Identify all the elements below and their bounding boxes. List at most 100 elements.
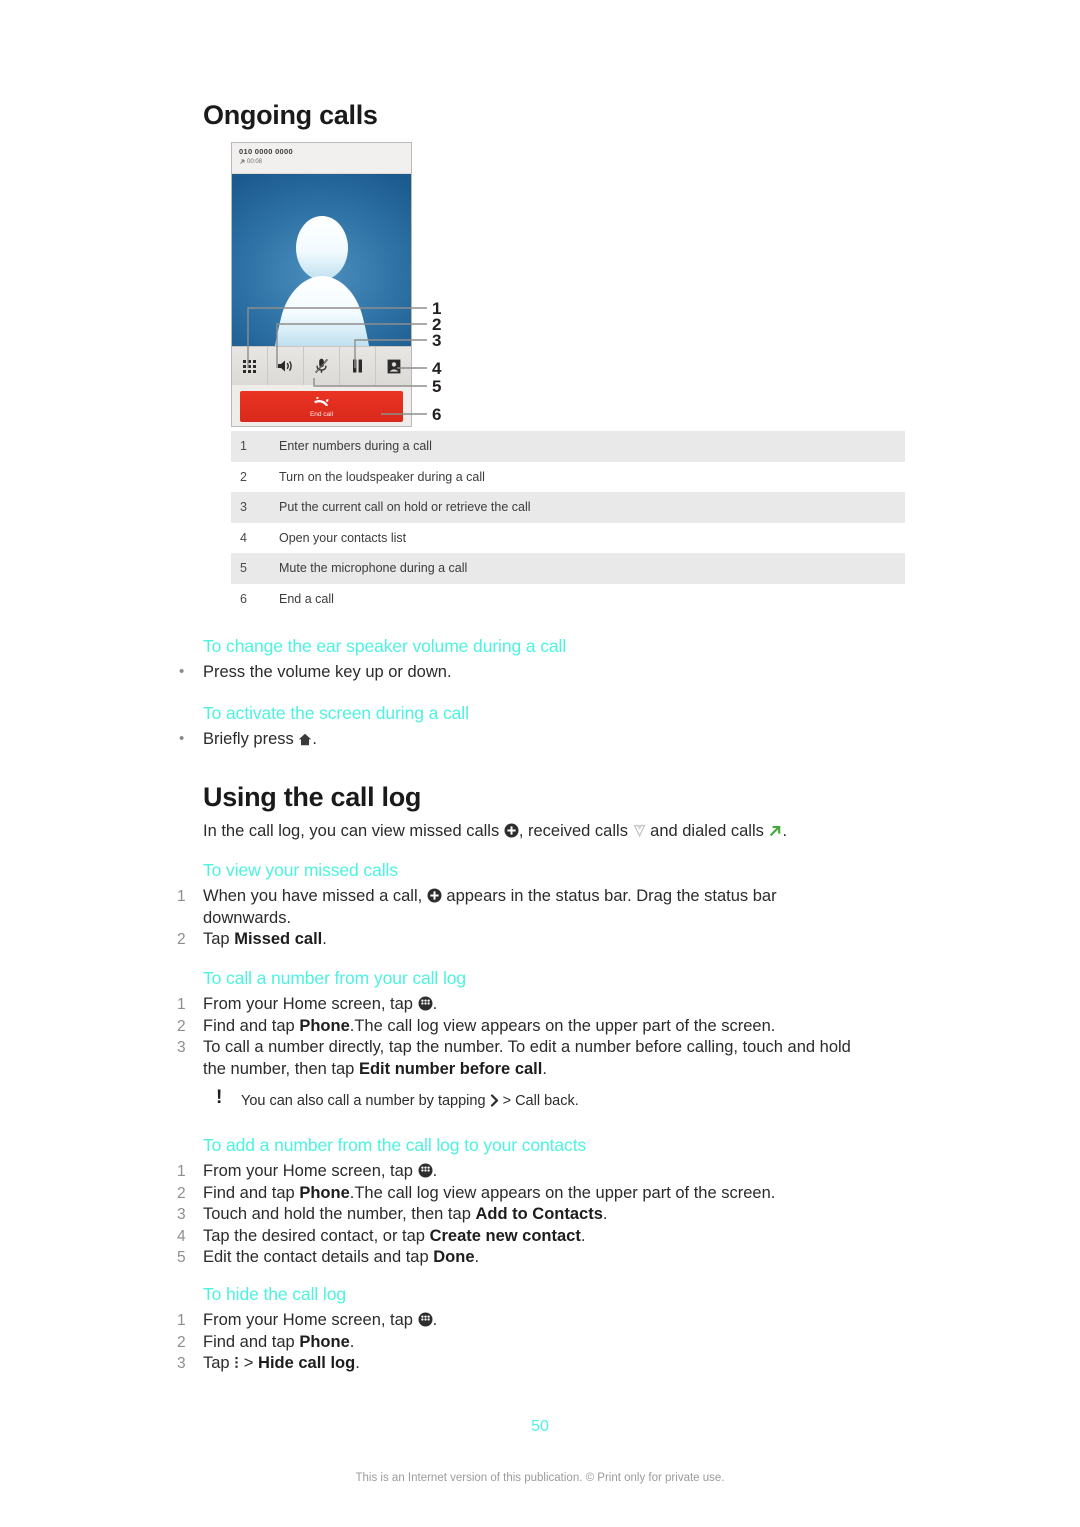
step-text-a: Find and tap	[203, 1332, 295, 1351]
step-text-a: From your Home screen, tap	[203, 995, 413, 1013]
step-number: 1	[177, 996, 186, 1013]
step-number: 2	[177, 1017, 186, 1035]
task-steps: • Briefly press .	[179, 729, 903, 751]
legend-text: Enter numbers during a call	[279, 439, 432, 454]
step-text-a: Find and tap	[203, 1183, 295, 1202]
call-log-intro: In the call log, you can view missed cal…	[203, 820, 903, 842]
step-number: 5	[177, 1249, 186, 1266]
step-bold-term: Phone	[299, 1332, 350, 1351]
list-item: 2 Find and tap Phone.	[165, 1332, 903, 1354]
step-number: 1	[177, 1163, 186, 1180]
step-text-a: Edit the contact details and tap	[203, 1248, 429, 1266]
step-text-a: Tap the desired contact, or tap	[203, 1226, 425, 1245]
step-number: 3	[177, 1039, 186, 1056]
callout-number-1: 1	[432, 299, 441, 318]
callout-number-5: 5	[432, 377, 441, 396]
intro-text-b: , received calls	[518, 822, 628, 840]
loudspeaker-icon	[277, 359, 294, 373]
contacts-book-icon	[387, 359, 401, 374]
list-item: 2 Find and tap Phone.The call log view a…	[165, 1183, 903, 1205]
step-text-a: From your Home screen, tap	[203, 1162, 413, 1180]
task-steps: 1 When you have missed a call, appears i…	[177, 886, 903, 951]
legend-number: 5	[240, 561, 247, 576]
app-drawer-icon	[418, 996, 433, 1011]
call-timer-row: 00:08	[239, 157, 411, 167]
loudspeaker-button[interactable]	[268, 347, 304, 385]
intro-text-d: .	[782, 822, 788, 840]
list-item: • Briefly press .	[165, 729, 903, 751]
step-text-b: .	[349, 1332, 355, 1351]
legend-number: 3	[240, 500, 247, 515]
step-bold-term: Done	[433, 1248, 475, 1266]
dialed-call-icon	[768, 824, 782, 838]
list-item: 3 Tap > Hide call log.	[165, 1353, 903, 1375]
bullet-marker: •	[179, 730, 185, 747]
step-text-a: From your Home screen, tap	[203, 1311, 413, 1329]
list-item: 1 From your Home screen, tap .	[165, 1161, 903, 1183]
intro-text-c: and dialed calls	[650, 822, 764, 840]
phone-screenshot-figure: 010 0000 0000 00:08 End call	[231, 142, 412, 427]
task-add-number-to-contacts: To add a number from the call log to you…	[177, 1135, 903, 1269]
mute-microphone-button[interactable]	[304, 347, 340, 385]
app-drawer-icon	[418, 1312, 433, 1327]
list-item: 3 Touch and hold the number, then tap Ad…	[165, 1204, 903, 1226]
table-row: 4 Open your contacts list	[231, 523, 905, 554]
task-heading: To add a number from the call log to you…	[203, 1135, 587, 1155]
step-text-mid: >	[243, 1354, 254, 1372]
task-hide-call-log: To hide the call log 1 From your Home sc…	[177, 1284, 903, 1375]
hold-call-button[interactable]	[340, 347, 376, 385]
caller-photo-area	[232, 174, 411, 346]
table-row: 3 Put the current call on hold or retrie…	[231, 492, 905, 523]
step-bold-term: Phone	[299, 1016, 350, 1035]
task-steps: • Press the volume key up or down.	[179, 662, 903, 684]
step-number: 1	[177, 1312, 186, 1329]
legend-text: End a call	[279, 591, 334, 606]
footer-note: This is an Internet version of this publ…	[355, 1472, 725, 1484]
legend-number: 1	[240, 439, 247, 454]
step-number: 2	[177, 931, 186, 948]
step-text: Press the volume key up or down.	[203, 663, 452, 681]
table-row: 2 Turn on the loudspeaker during a call	[231, 462, 905, 493]
step-number: 3	[177, 1206, 186, 1223]
legend-number: 2	[240, 469, 247, 484]
step-text-a: Tap	[203, 1354, 230, 1372]
step-bold-term: Phone	[299, 1183, 350, 1202]
end-call-button[interactable]: End call	[240, 390, 403, 422]
phone-number-text: 010 0000 0000	[239, 147, 293, 156]
legend-text: Mute the microphone during a call	[279, 561, 468, 576]
keypad-button[interactable]	[232, 347, 268, 385]
step-text-b: .The call log view appears on the upper …	[349, 1183, 776, 1202]
tip-text-b: > Call back.	[502, 1093, 579, 1109]
task-heading: To view your missed calls	[203, 860, 398, 880]
step-text-a: Find and tap	[203, 1016, 295, 1035]
callout-number-4: 4	[432, 359, 442, 378]
task-steps: 1 From your Home screen, tap . 2 Find an…	[177, 1310, 903, 1375]
step-text-b: .	[432, 995, 438, 1013]
list-item: 5 Edit the contact details and tap Done.	[165, 1247, 903, 1269]
page-number: 50	[531, 1418, 549, 1435]
list-item: 1 When you have missed a call, appears i…	[165, 886, 863, 929]
received-call-icon	[633, 824, 646, 838]
list-item: • Press the volume key up or down.	[165, 662, 903, 684]
list-item: 2 Find and tap Phone.The call log view a…	[165, 1016, 903, 1038]
call-timer-text: 00:08	[247, 159, 263, 165]
exclamation-icon: !	[216, 1087, 223, 1108]
intro-paragraph: In the call log, you can view missed cal…	[203, 820, 903, 842]
step-text-b: .	[542, 1059, 547, 1078]
task-steps: 1 From your Home screen, tap . 2 Find an…	[177, 994, 903, 1080]
step-text-b: .	[322, 930, 327, 948]
step-text-b: .	[432, 1311, 438, 1329]
list-item: 2 Tap Missed call.	[165, 929, 903, 951]
overflow-menu-icon	[234, 1356, 239, 1370]
step-bold-term: Edit number before call	[358, 1059, 543, 1078]
step-bold-term: Add to Contacts	[475, 1205, 603, 1223]
step-text-a: Touch and hold the number, then tap	[203, 1205, 471, 1223]
chevron-right-icon	[490, 1094, 499, 1107]
list-item: 3 To call a number directly, tap the num…	[165, 1037, 868, 1080]
home-key-icon	[298, 733, 312, 746]
step-text-b: .	[580, 1226, 586, 1245]
contacts-list-button[interactable]	[376, 347, 411, 385]
figure-legend-table: 1 Enter numbers during a call 2 Turn on …	[231, 431, 905, 614]
step-text-b: .	[474, 1248, 480, 1266]
call-active-arrow-icon	[239, 159, 245, 165]
